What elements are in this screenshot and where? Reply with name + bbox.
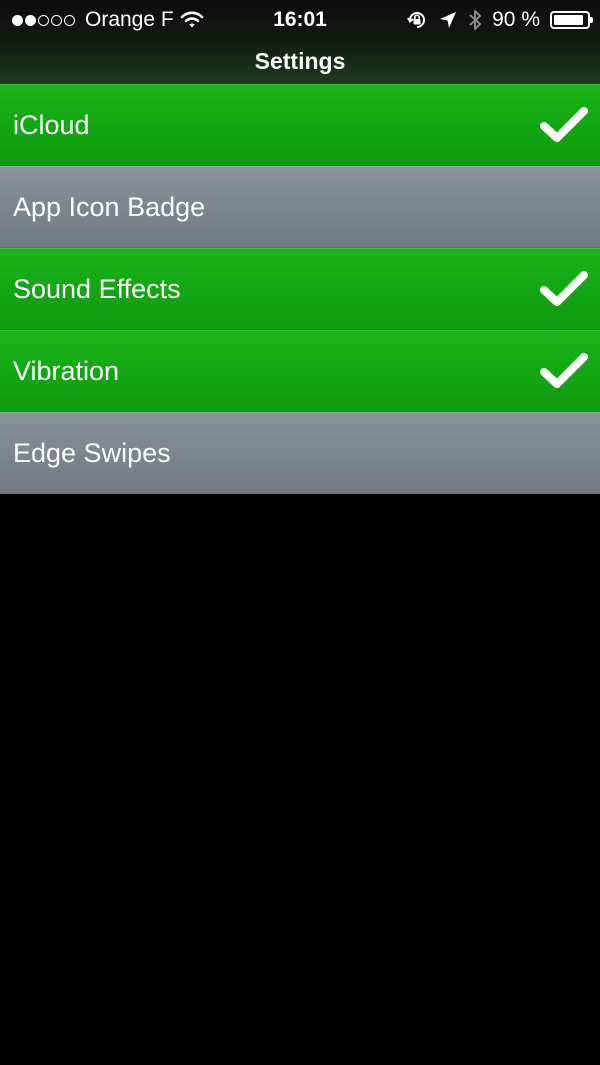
checkmark-icon xyxy=(540,271,588,306)
rotation-lock-icon xyxy=(407,12,426,28)
setting-label: iCloud xyxy=(13,109,90,140)
settings-screen: Orange F 16:01 90 % Settings iCloud App … xyxy=(0,0,600,1065)
battery-nub xyxy=(590,17,593,23)
battery-fill xyxy=(554,15,583,25)
settings-list: iCloud App Icon Badge Sound Effects Vibr… xyxy=(0,84,600,494)
setting-label: App Icon Badge xyxy=(13,191,206,222)
battery-icon xyxy=(550,11,593,29)
page-title: Settings xyxy=(254,48,346,74)
checkmark-icon xyxy=(540,107,588,142)
status-right: 90 % xyxy=(406,0,593,40)
bluetooth-icon xyxy=(469,10,482,30)
setting-label: Sound Effects xyxy=(13,273,181,304)
location-arrow-icon xyxy=(440,12,457,28)
setting-label: Edge Swipes xyxy=(13,437,171,468)
setting-row-vibration[interactable]: Vibration xyxy=(0,330,600,412)
setting-row-sound-effects[interactable]: Sound Effects xyxy=(0,248,600,330)
battery-percentage: 90 % xyxy=(492,8,540,31)
setting-label: Vibration xyxy=(13,355,120,386)
status-bar: Orange F 16:01 90 % xyxy=(0,0,600,40)
checkmark-icon xyxy=(540,353,588,388)
setting-row-app-icon-badge[interactable]: App Icon Badge xyxy=(0,166,600,248)
setting-row-icloud[interactable]: iCloud xyxy=(0,84,600,166)
setting-row-edge-swipes[interactable]: Edge Swipes xyxy=(0,412,600,494)
top-bar: Orange F 16:01 90 % Settings xyxy=(0,0,600,84)
